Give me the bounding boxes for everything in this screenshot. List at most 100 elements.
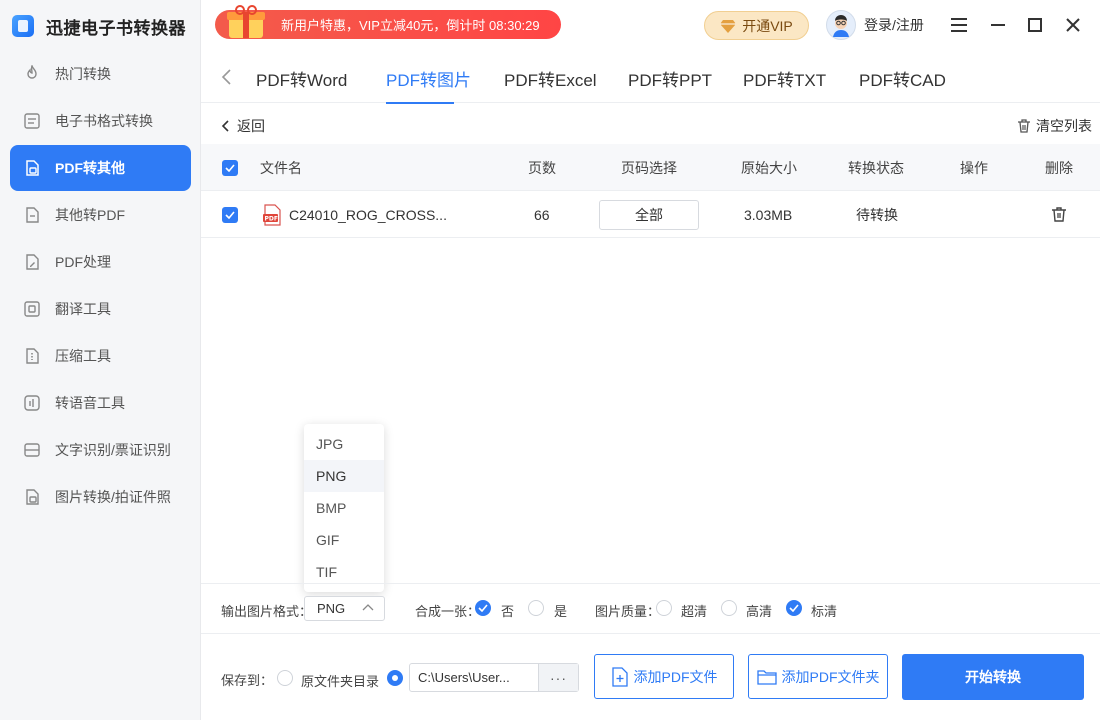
minimize-icon[interactable] (988, 15, 1008, 35)
delete-row-button[interactable] (1051, 191, 1067, 238)
audio-icon (22, 393, 42, 413)
format-option-jpg[interactable]: JPG (304, 428, 384, 460)
select-all-checkbox[interactable] (222, 144, 238, 191)
sidebar: 迅捷电子书转换器 热门转换 电子书格式转换 PDF转其他 其他转PDF PDF处… (0, 0, 201, 720)
close-icon[interactable] (1063, 15, 1083, 35)
back-label: 返回 (237, 118, 265, 134)
chevron-left-icon[interactable] (219, 68, 235, 86)
merge-no-label: 否 (501, 604, 515, 619)
add-pdf-folder-button[interactable]: 添加PDF文件夹 (748, 654, 888, 699)
sidebar-item-compress[interactable]: 压缩工具 (10, 333, 191, 379)
diamond-icon (720, 19, 737, 33)
add-folder-label: 添加PDF文件夹 (781, 668, 880, 685)
sidebar-item-label: PDF转其他 (55, 160, 125, 176)
menu-icon[interactable] (949, 15, 969, 35)
trash-icon (1052, 207, 1066, 222)
pdf-edit-icon (22, 252, 42, 272)
add-pdf-file-button[interactable]: 添加PDF文件 (594, 654, 734, 699)
sidebar-item-pdf-process[interactable]: PDF处理 (10, 239, 191, 285)
to-pdf-icon (22, 205, 42, 225)
sidebar-item-label: 电子书格式转换 (55, 113, 153, 129)
file-name: C24010_ROG_CROSS... (289, 206, 447, 223)
quality-standard-radio[interactable] (786, 600, 802, 616)
header-action: 操作 (960, 159, 988, 176)
merge-yes-radio[interactable] (528, 600, 544, 616)
merge-no-radio[interactable] (475, 600, 491, 616)
sidebar-item-hot[interactable]: 热门转换 (10, 51, 191, 97)
sidebar-item-label: 转语音工具 (55, 395, 125, 411)
sidebar-nav: 热门转换 电子书格式转换 PDF转其他 其他转PDF PDF处理 翻译工具 压缩… (10, 51, 191, 521)
source-dir-radio[interactable] (277, 670, 293, 686)
tab-pdf-to-ppt[interactable]: PDF转PPT (628, 66, 712, 91)
output-path-value: C:\Users\User... (418, 670, 510, 685)
format-option-gif[interactable]: GIF (304, 524, 384, 556)
login-label: 登录/注册 (864, 17, 924, 33)
file-table-header: 文件名 页数 页码选择 原始大小 转换状态 操作 删除 (201, 144, 1100, 191)
maximize-icon[interactable] (1025, 15, 1045, 35)
header-pages: 页数 (528, 159, 556, 176)
chevron-left-icon (221, 120, 229, 132)
checkbox-checked-icon (222, 159, 238, 176)
quality-high-label: 高清 (746, 604, 773, 619)
gift-icon (227, 5, 265, 38)
tab-pdf-to-excel[interactable]: PDF转Excel (504, 66, 597, 91)
merge-label: 合成一张： (415, 604, 481, 619)
quality-high-radio[interactable] (721, 600, 737, 616)
table-row: PDF C24010_ROG_CROSS... 66 全部 3.03MB 待转换 (201, 191, 1100, 238)
promo-text: 新用户特惠，VIP立减40元，倒计时 08:30:29 (281, 18, 540, 33)
vip-label: 开通VIP (742, 17, 793, 34)
sidebar-item-ocr[interactable]: 文字识别/票证识别 (10, 427, 191, 473)
vip-button[interactable]: 开通VIP (704, 11, 809, 40)
back-link[interactable]: 返回 (221, 116, 265, 136)
format-select[interactable]: PNG (304, 596, 385, 621)
format-option-png[interactable]: PNG (304, 460, 384, 492)
compress-icon (22, 346, 42, 366)
row-checkbox[interactable] (222, 191, 238, 238)
image-format-dropdown: JPG PNG BMP GIF TIF (304, 424, 384, 592)
sidebar-item-pdf-to-other[interactable]: PDF转其他 (10, 145, 191, 191)
page-select-button[interactable]: 全部 (599, 199, 699, 230)
trash-icon (1018, 119, 1030, 133)
custom-dir-radio[interactable] (387, 670, 403, 686)
sidebar-item-label: 压缩工具 (55, 348, 111, 364)
app-logo-icon (12, 15, 34, 37)
clear-list-label: 清空列表 (1036, 118, 1092, 134)
user-login[interactable]: 登录/注册 (826, 10, 924, 40)
avatar-icon (833, 15, 849, 37)
status-badge: 待转换 (856, 206, 898, 223)
promo-banner[interactable]: 新用户特惠，VIP立减40元，倒计时 08:30:29 (215, 5, 561, 39)
header-filename: 文件名 (260, 159, 302, 176)
check-icon (478, 604, 488, 612)
svg-text:PDF: PDF (265, 215, 278, 222)
sidebar-item-label: PDF处理 (55, 254, 111, 270)
ocr-icon (22, 440, 42, 460)
header-status: 转换状态 (848, 159, 904, 176)
sidebar-item-to-pdf[interactable]: 其他转PDF (10, 192, 191, 238)
check-icon (789, 604, 799, 612)
source-dir-label: 原文件夹目录 (301, 674, 380, 689)
quality-ultra-label: 超清 (681, 604, 708, 619)
quality-ultra-radio[interactable] (656, 600, 672, 616)
sidebar-item-audio[interactable]: 转语音工具 (10, 380, 191, 426)
conversion-tabs: PDF转Word PDF转图片 PDF转Excel PDF转PPT PDF转TX… (201, 50, 1100, 104)
sidebar-item-ebook[interactable]: 电子书格式转换 (10, 98, 191, 144)
output-options: 输出图片格式： PNG 合成一张： 否 是 图片质量： 超清 高清 标清 (201, 583, 1100, 634)
add-file-icon (611, 666, 628, 687)
avatar (826, 10, 856, 40)
output-path-field[interactable]: C:\Users\User... ··· (409, 663, 579, 692)
header-delete: 删除 (1045, 159, 1073, 176)
page-count: 66 (534, 206, 550, 223)
tab-pdf-to-txt[interactable]: PDF转TXT (743, 66, 826, 91)
clear-list-button[interactable]: 清空列表 (1016, 116, 1092, 136)
sidebar-item-image[interactable]: 图片转换/拍证件照 (10, 474, 191, 520)
format-option-bmp[interactable]: BMP (304, 492, 384, 524)
image-icon (22, 487, 42, 507)
app-title: 迅捷电子书转换器 (46, 18, 186, 38)
tab-pdf-to-image[interactable]: PDF转图片 (386, 66, 471, 91)
sidebar-item-translate[interactable]: 翻译工具 (10, 286, 191, 332)
browse-button[interactable]: ··· (538, 664, 578, 691)
start-convert-button[interactable]: 开始转换 (902, 654, 1084, 700)
tab-pdf-to-word[interactable]: PDF转Word (256, 66, 347, 91)
tab-pdf-to-cad[interactable]: PDF转CAD (859, 66, 946, 91)
radio-dot-icon (392, 675, 398, 681)
